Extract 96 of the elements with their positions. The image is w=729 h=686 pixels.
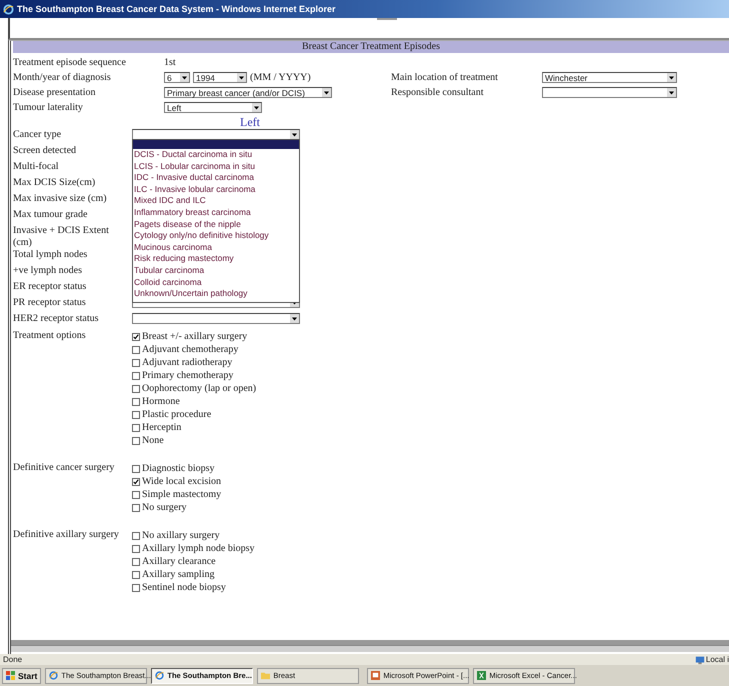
status-text: Done [3, 655, 22, 664]
checkbox[interactable] [132, 584, 140, 592]
dropdown-option[interactable]: Tubular carcinoma [133, 264, 299, 277]
checkbox-label: Axillary sampling [142, 569, 214, 580]
group-label: Treatment options [13, 330, 87, 343]
dropdown-option[interactable]: ILC - Invasive lobular carcinoma [133, 184, 299, 196]
checkbox-label: Oophorectomy (lap or open) [142, 383, 256, 394]
checkbox[interactable] [132, 332, 140, 340]
computer-icon [694, 654, 705, 664]
dropdown-option[interactable]: Pagets disease of the nipple [133, 218, 299, 230]
checkbox[interactable] [132, 358, 140, 366]
field-label: Invasive + DCIS Extent (cm) [13, 225, 110, 249]
checkmark-icon [133, 478, 139, 484]
checkbox[interactable] [132, 372, 140, 380]
windows-flag-icon [6, 671, 15, 680]
dropdown-option[interactable]: IDC - Invasive ductal carcinoma [133, 172, 299, 184]
checkbox[interactable] [132, 544, 140, 552]
checkbox[interactable] [132, 504, 140, 512]
checkbox[interactable] [132, 464, 140, 472]
field-label: ER receptor status [13, 281, 88, 293]
field-label: HER2 receptor status [13, 313, 100, 325]
start-button[interactable]: Start [2, 668, 42, 684]
checkbox[interactable] [132, 346, 140, 354]
folder-icon [261, 671, 270, 680]
dropdown-field[interactable]: Winchester [542, 72, 677, 83]
field-label: Max tumour grade [13, 209, 88, 221]
field-label: Max invasive size (cm) [13, 193, 108, 205]
checkbox[interactable] [132, 558, 140, 566]
field-label: Treatment episode sequence [13, 56, 127, 68]
field-label: Tumour laterality [13, 102, 84, 114]
checkbox[interactable] [132, 384, 140, 392]
field-label: Month/year of diagnosis [13, 72, 112, 84]
checkbox-label: Axillary clearance [142, 556, 216, 567]
checkbox-label: Axillary lymph node biopsy [142, 543, 254, 554]
checkbox-label: Plastic procedure [142, 409, 212, 420]
dropdown-field[interactable] [542, 87, 677, 98]
window-title: The Southampton Breast Cancer Data System - Windows Internet Explorer [17, 4, 336, 14]
checkbox-label: Adjuvant chemotherapy [142, 344, 238, 355]
dropdown-option[interactable]: Inflammatory breast carcinoma [133, 206, 299, 219]
checkbox-label: No axillary surgery [142, 530, 220, 541]
dropdown-option[interactable]: Colloid carcinoma [133, 276, 299, 288]
dropdown-option[interactable]: LCIS - Lobular carcinoma in situ [133, 160, 299, 172]
checkbox[interactable] [132, 490, 140, 498]
month-select[interactable]: 6 [164, 72, 190, 83]
checkbox[interactable] [132, 424, 140, 432]
dropdown-option[interactable]: DCIS - Ductal carcinoma in situ [133, 149, 299, 161]
checkmark-icon [133, 334, 139, 340]
field-value: 1st [164, 57, 176, 68]
field-label: Main location of treatment [391, 72, 499, 83]
slides-app-icon [371, 671, 380, 680]
dropdown-option[interactable]: Unknown/Uncertain pathology [133, 288, 299, 300]
checkbox[interactable] [132, 570, 140, 578]
checkbox-label: Simple mastectomy [142, 489, 222, 500]
dropdown-field[interactable] [132, 129, 300, 140]
browser-icon [49, 671, 58, 680]
checkbox-label: No surgery [142, 502, 187, 513]
dropdown-option[interactable]: Cytology only/no definitive histology [133, 230, 299, 242]
dropdown-field[interactable]: Left [164, 102, 262, 113]
dropdown-field[interactable]: Primary breast cancer (and/or DCIS) [164, 87, 332, 98]
field-label: Screen detected [13, 145, 78, 157]
checkbox[interactable] [132, 532, 140, 540]
checkbox-label: Adjuvant radiotherapy [142, 357, 232, 368]
checkbox[interactable] [132, 436, 140, 444]
field-label: Cancer type [13, 129, 62, 141]
browser-icon [155, 671, 164, 680]
zone-text: Local i [706, 655, 729, 664]
year-select[interactable]: 1994 [193, 72, 247, 83]
side-heading: Left [240, 115, 260, 129]
field-label: PR receptor status [13, 297, 87, 309]
section-header: Breast Cancer Treatment Episodes [13, 41, 729, 53]
group-label: Definitive cancer surgery [13, 462, 116, 475]
field-label: Multi-focal [13, 161, 60, 173]
checkbox-label: Breast +/- axillary surgery [142, 331, 248, 342]
checkbox-label: Sentinel node biopsy [142, 582, 226, 593]
field-label: Total lymph nodes [13, 249, 88, 261]
field-label: +ve lymph nodes [13, 265, 83, 277]
field-label: Max DCIS Size(cm) [13, 177, 96, 189]
field-label: Responsible consultant [391, 87, 484, 98]
dropdown-option[interactable]: Mucinous carcinoma [133, 242, 299, 254]
group-label: Definitive axillary surgery [13, 529, 120, 542]
checkbox-label: Hormone [142, 396, 180, 407]
dropdown-option[interactable]: Mixed IDC and ILC [133, 195, 299, 207]
dropdown-field[interactable] [132, 313, 300, 324]
date-format-hint: (MM / YYYY) [250, 72, 311, 83]
field-label: Disease presentation [13, 86, 96, 98]
checkbox-label: Wide local excision [142, 476, 222, 487]
checkbox[interactable] [132, 478, 140, 486]
checkbox-label: Diagnostic biopsy [142, 463, 214, 474]
checkbox-label: None [142, 435, 164, 446]
checkbox[interactable] [132, 410, 140, 418]
spreadsheet-app-icon [477, 671, 486, 680]
dropdown-option[interactable]: Risk reducing mastectomy [133, 253, 299, 265]
checkbox-label: Herceptin [142, 422, 182, 433]
browser-icon [3, 4, 14, 14]
checkbox[interactable] [132, 398, 140, 406]
checkbox-label: Primary chemotherapy [142, 370, 234, 381]
